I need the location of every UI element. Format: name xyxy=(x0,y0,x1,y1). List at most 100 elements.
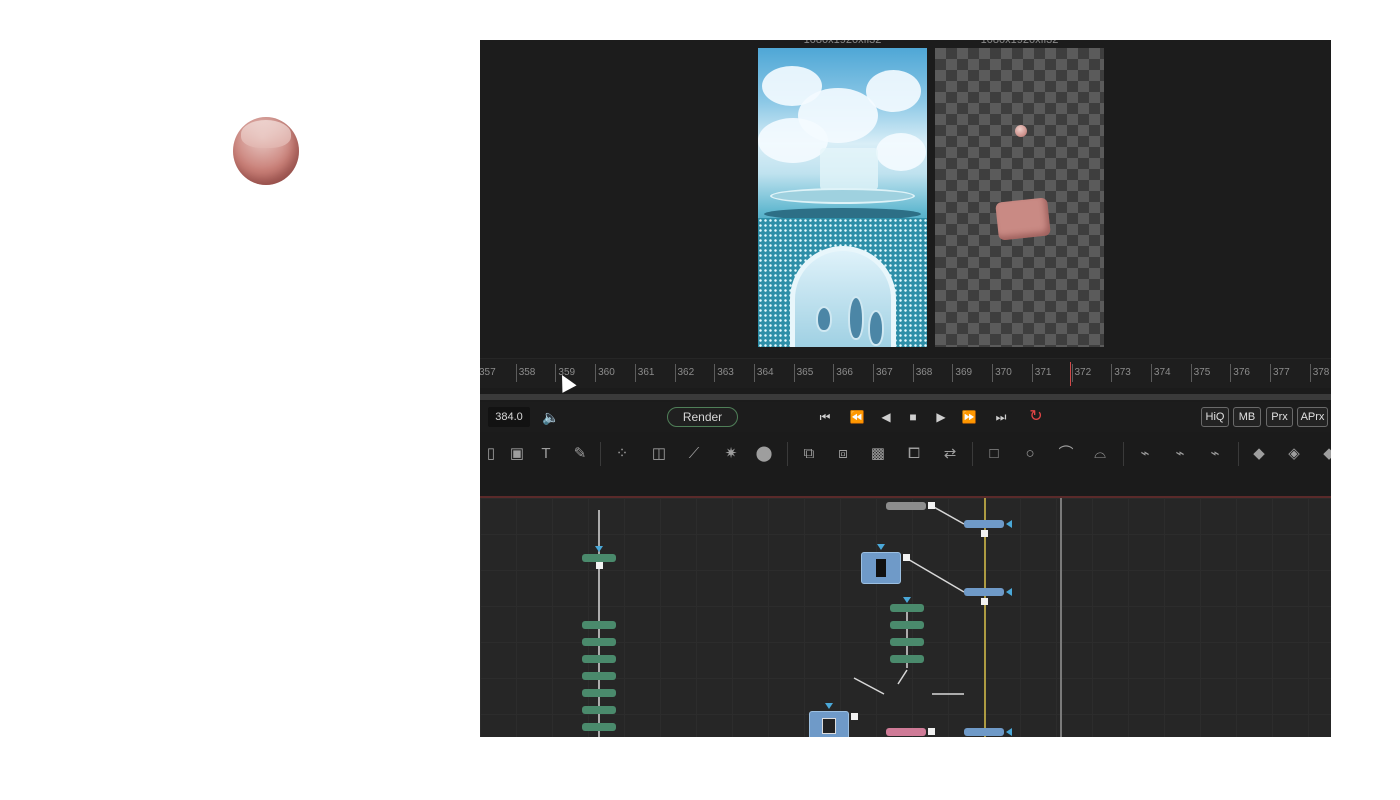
play-icon[interactable]: ▶ xyxy=(929,407,953,427)
ruler-tick: 378 xyxy=(1309,364,1329,382)
pink-node[interactable] xyxy=(886,728,926,736)
right-resolution-label: 1080x1920xfl32 xyxy=(980,40,1059,46)
ruler-tick: 370 xyxy=(992,364,1012,382)
playhead[interactable] xyxy=(1070,362,1071,386)
loop-icon[interactable]: ↻ xyxy=(1024,407,1048,427)
loader-node-1[interactable] xyxy=(861,552,901,584)
transport-bar: 384.0 🔈 Render ⏮ ⏪ ◀ ■ ▶ ⏩ ⏭ ↻ HiQ MB Pr… xyxy=(480,402,1331,432)
ruler-tick: 372 xyxy=(1071,364,1091,382)
tool-icon[interactable]: ⧠ xyxy=(903,443,925,465)
tool-icon[interactable]: ◫ xyxy=(648,443,670,465)
glass-object xyxy=(820,148,878,190)
node-green-stack[interactable] xyxy=(582,689,616,697)
node-green-stack[interactable] xyxy=(582,672,616,680)
node-green-stack[interactable] xyxy=(582,655,616,663)
node-green-stack[interactable] xyxy=(890,604,924,612)
tool-icon[interactable]: ▣ xyxy=(506,443,528,465)
ruler-tick: 362 xyxy=(674,364,694,382)
node-output-port[interactable] xyxy=(981,598,988,605)
ruler-tick: 357 xyxy=(480,364,496,382)
ruler-tick: 368 xyxy=(912,364,932,382)
hiq-button[interactable]: HiQ xyxy=(1201,407,1229,427)
go-to-end-icon[interactable]: ⏭ xyxy=(989,407,1013,427)
tool-icon[interactable]: ⌁ xyxy=(1204,443,1226,465)
hanging-drop xyxy=(848,296,864,340)
tool-icon[interactable]: ▩ xyxy=(867,443,889,465)
tool-icon[interactable]: ✎ xyxy=(569,443,591,465)
tool-icon[interactable]: ⌓ xyxy=(1089,443,1111,465)
current-frame-field[interactable]: 384.0 xyxy=(488,407,530,427)
tool-icon[interactable]: ◆ xyxy=(1318,443,1331,465)
node-input-arrow xyxy=(877,544,885,550)
node-green-stack[interactable] xyxy=(582,706,616,714)
step-back-icon[interactable]: ◀ xyxy=(874,407,898,427)
stop-icon[interactable]: ■ xyxy=(901,407,925,427)
viewer-left-image[interactable] xyxy=(758,48,927,347)
aprx-button[interactable]: APrx xyxy=(1297,407,1328,427)
node-green-stack[interactable] xyxy=(582,621,616,629)
fast-forward-icon[interactable]: ⏩ xyxy=(957,407,981,427)
screen: 1080x1920xfl32 1080x1920xfl32 357 358 359 3… xyxy=(0,0,1400,800)
ruler-tick: 377 xyxy=(1270,364,1290,382)
ruler-tick: 376 xyxy=(1230,364,1250,382)
play-reverse-icon[interactable]: ⏪ xyxy=(845,407,869,427)
node-output-port[interactable] xyxy=(928,728,935,735)
tool-icon[interactable]: ⁘ xyxy=(611,443,633,465)
node-green-stack[interactable] xyxy=(890,621,924,629)
tool-icon[interactable]: ◈ xyxy=(1283,443,1305,465)
node-gray[interactable] xyxy=(886,502,926,510)
ruler-tick: 375 xyxy=(1190,364,1210,382)
loader-node-2[interactable] xyxy=(809,711,849,737)
merge-node-2[interactable] xyxy=(964,588,1004,596)
node-output-port[interactable] xyxy=(981,530,988,537)
node-editor-divider[interactable] xyxy=(1060,498,1062,737)
toolbar-separator xyxy=(1123,442,1124,466)
node-input-arrow xyxy=(595,546,603,552)
timeline-ruler[interactable]: 357 358 359 360 361 362 363 364 365 366 367 368 369 3… xyxy=(480,358,1331,388)
merge-node-3[interactable] xyxy=(964,728,1004,736)
tool-icon[interactable]: ⧈ xyxy=(832,443,854,465)
node-green-stack[interactable] xyxy=(890,655,924,663)
toolbar-separator xyxy=(787,442,788,466)
pink-sphere-render xyxy=(233,117,299,185)
ruler-tick: 361 xyxy=(634,364,654,382)
node-green-top[interactable] xyxy=(582,554,616,562)
tool-icon[interactable]: ◆ xyxy=(1248,443,1270,465)
viewer-right-alpha[interactable] xyxy=(935,48,1104,347)
tool-icon[interactable]: ▯ xyxy=(480,443,502,465)
toolbar-separator xyxy=(972,442,973,466)
prx-button[interactable]: Prx xyxy=(1266,407,1293,427)
tool-icon[interactable]: ⌒ xyxy=(1055,443,1077,465)
tool-icon[interactable]: ⟋ xyxy=(683,443,705,465)
node-output-port[interactable] xyxy=(851,713,858,720)
go-to-start-icon[interactable]: ⏮ xyxy=(813,407,837,427)
node-editor[interactable] xyxy=(480,498,1331,737)
ruler-tick: 373 xyxy=(1111,364,1131,382)
node-green-stack[interactable] xyxy=(582,723,616,731)
render-button[interactable]: Render xyxy=(667,407,738,427)
mb-button[interactable]: MB xyxy=(1233,407,1261,427)
tool-icon[interactable]: ⌁ xyxy=(1169,443,1191,465)
tool-icon[interactable]: ⧉ xyxy=(798,443,820,465)
tool-icon[interactable]: □ xyxy=(983,443,1005,465)
toolbar-separator xyxy=(600,442,601,466)
tool-icon[interactable]: ○ xyxy=(1019,443,1041,465)
hanging-drop xyxy=(868,310,884,346)
node-green-stack[interactable] xyxy=(890,638,924,646)
tool-icon[interactable]: ⇄ xyxy=(939,443,961,465)
tool-icon[interactable]: ⬤ xyxy=(753,443,775,465)
node-output-port[interactable] xyxy=(903,554,910,561)
tool-icon[interactable]: ✷ xyxy=(720,443,742,465)
ruler-tick: 358 xyxy=(515,364,535,382)
tool-icon[interactable]: T xyxy=(535,443,557,465)
hanging-drop xyxy=(816,306,832,332)
cloud xyxy=(866,70,921,112)
plate-object xyxy=(770,188,915,204)
timeline-scrollbar[interactable] xyxy=(480,394,1331,400)
merge-node-1[interactable] xyxy=(964,520,1004,528)
node-output-port[interactable] xyxy=(928,502,935,509)
node-output-port[interactable] xyxy=(596,562,603,569)
node-green-stack[interactable] xyxy=(582,638,616,646)
speaker-icon[interactable]: 🔈 xyxy=(542,407,562,427)
tool-icon[interactable]: ⌁ xyxy=(1134,443,1156,465)
